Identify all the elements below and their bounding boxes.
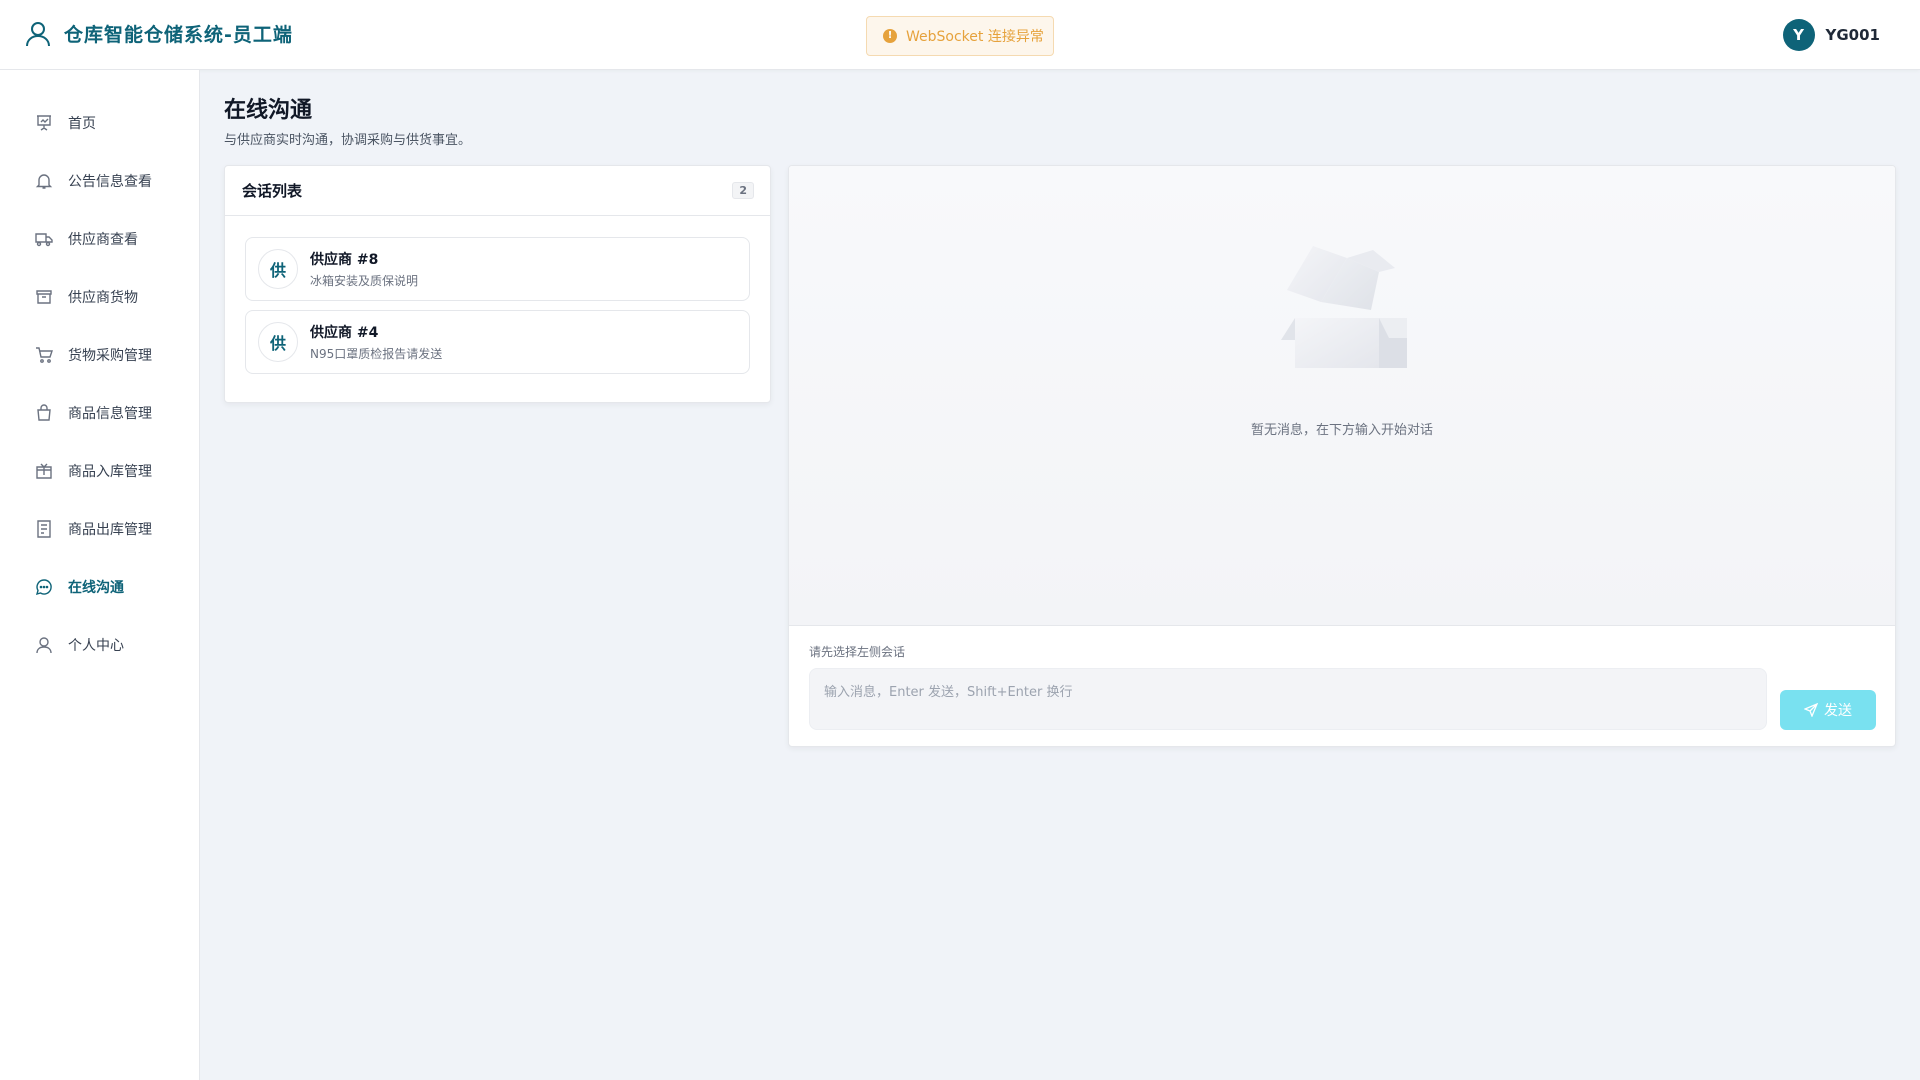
bell-icon [35, 174, 53, 189]
conversation-count-badge: 2 [732, 182, 754, 199]
sidebar: 首页 公告信息查看 供应商查看 供应商货物 货物采购管理 商品信息管理 商品入库… [0, 70, 200, 1080]
truck-icon [35, 233, 53, 247]
select-conversation-hint: 请先选择左侧会话 [809, 645, 906, 659]
empty-state-text: 暂无消息，在下方输入开始对话 [1250, 423, 1433, 438]
sidebar-item-label: 供应商查看 [68, 232, 138, 248]
user-menu[interactable]: Y YG001 [1782, 19, 1881, 51]
sidebar-item-label: 商品信息管理 [68, 406, 152, 422]
presentation-icon [37, 115, 51, 131]
sidebar-menu: 首页 公告信息查看 供应商查看 供应商货物 货物采购管理 商品信息管理 商品入库… [0, 70, 199, 674]
cart-icon [36, 347, 53, 363]
send-button[interactable]: 发送 [1780, 690, 1876, 730]
sidebar-item-purchasing[interactable]: 货物采购管理 [0, 326, 199, 384]
conversation-preview: N95口罩质检报告请发送 [310, 347, 443, 361]
brand: 仓库智能仓储系统-员工端 [26, 20, 293, 47]
avatar[interactable]: Y [1782, 19, 1815, 51]
sidebar-item-label: 供应商货物 [68, 290, 138, 306]
send-icon [1804, 703, 1818, 717]
message-input[interactable] [809, 668, 1767, 730]
supplier-avatar: 供 [258, 249, 298, 289]
send-button-label: 发送 [1824, 703, 1852, 719]
document-icon [37, 520, 51, 538]
message-area[interactable]: 暂无消息，在下方输入开始对话 [789, 166, 1895, 626]
websocket-alert-text: WebSocket 连接异常 [906, 29, 1044, 45]
conversation-list: 供 供应商 #8 冰箱安装及质保说明 供 供应商 #4 N95口罩质检报告请发送 [225, 216, 770, 374]
conversation-text: 供应商 #8 冰箱安装及质保说明 [310, 249, 418, 289]
sidebar-item-online-chat[interactable]: 在线沟通 [0, 558, 199, 616]
sidebar-item-inbound[interactable]: 商品入库管理 [0, 442, 199, 500]
conversation-text: 供应商 #4 N95口罩质检报告请发送 [310, 322, 442, 362]
conversation-list-title: 会话列表 [242, 182, 303, 200]
sidebar-item-label: 货物采购管理 [68, 348, 152, 364]
page-subtitle: 与供应商实时沟通，协调采购与供货事宜。 [224, 133, 472, 148]
conversation-item[interactable]: 供 供应商 #4 N95口罩质检报告请发送 [245, 310, 750, 374]
conversation-item[interactable]: 供 供应商 #8 冰箱安装及质保说明 [245, 237, 750, 301]
chat-icon [35, 579, 52, 596]
user-outline-icon [26, 21, 50, 46]
conversation-panel-header: 会话列表 2 [225, 166, 770, 216]
warning-icon: ! [883, 29, 897, 43]
websocket-alert: ! WebSocket 连接异常 [866, 16, 1054, 56]
chat-panel: 暂无消息，在下方输入开始对话 请先选择左侧会话 发送 [788, 165, 1896, 747]
user-icon [36, 637, 52, 654]
conversation-panel: 会话列表 2 供 供应商 #8 冰箱安装及质保说明 供 供应商 #4 N95口罩… [224, 165, 771, 403]
sidebar-item-label: 首页 [68, 116, 96, 132]
conversation-name: 供应商 #4 [310, 325, 379, 341]
sidebar-item-label: 商品出库管理 [68, 522, 152, 538]
conversation-preview: 冰箱安装及质保说明 [310, 274, 419, 288]
sidebar-item-suppliers[interactable]: 供应商查看 [0, 210, 199, 268]
sidebar-item-outbound[interactable]: 商品出库管理 [0, 500, 199, 558]
page-title: 在线沟通 [224, 98, 313, 123]
app-title: 仓库智能仓储系统-员工端 [64, 24, 293, 46]
top-header: 仓库智能仓储系统-员工端 ! WebSocket 连接异常 Y YG001 [0, 0, 1920, 70]
sidebar-item-home[interactable]: 首页 [0, 94, 199, 152]
empty-box-icon [1281, 246, 1407, 368]
sidebar-item-profile[interactable]: 个人中心 [0, 616, 199, 674]
archive-box-icon [36, 290, 52, 304]
sidebar-item-announcements[interactable]: 公告信息查看 [0, 152, 199, 210]
sidebar-item-product-info[interactable]: 商品信息管理 [0, 384, 199, 442]
sidebar-item-label: 商品入库管理 [68, 464, 152, 480]
sidebar-item-label: 公告信息查看 [68, 174, 152, 190]
sidebar-item-label: 个人中心 [68, 638, 124, 654]
supplier-avatar: 供 [258, 322, 298, 362]
conversation-name: 供应商 #8 [310, 252, 379, 268]
user-name[interactable]: YG001 [1826, 26, 1881, 44]
sidebar-item-label: 在线沟通 [68, 580, 124, 596]
box-in-icon [36, 463, 52, 479]
sidebar-item-supplier-goods[interactable]: 供应商货物 [0, 268, 199, 326]
shopping-bag-icon [37, 404, 51, 421]
